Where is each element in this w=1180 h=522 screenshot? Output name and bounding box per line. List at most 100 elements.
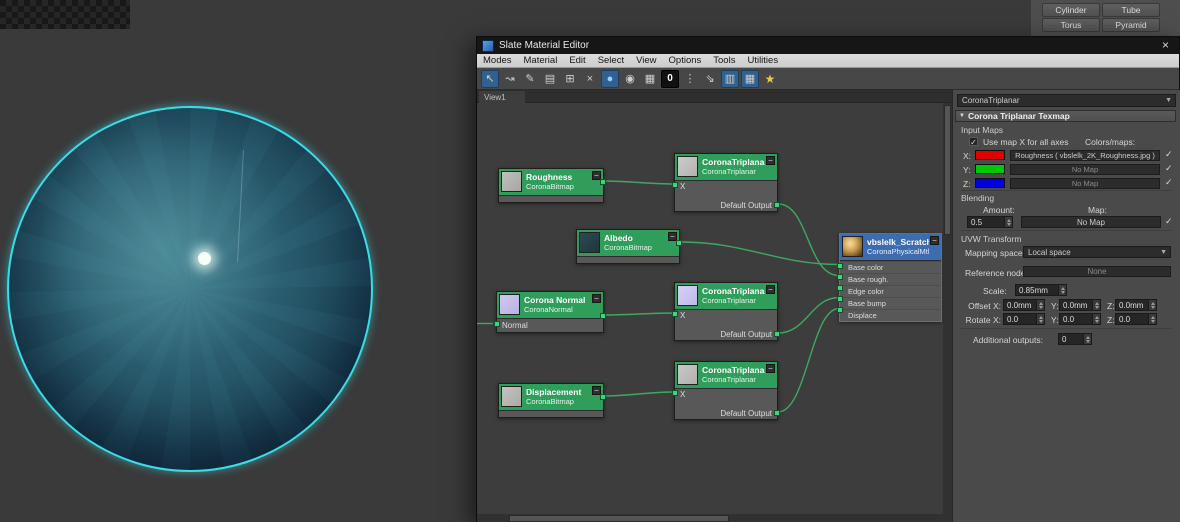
node-corona-normal[interactable]: Corona Normal CoronaNormal − Normal bbox=[496, 291, 604, 333]
menu-view[interactable]: View bbox=[630, 55, 662, 66]
layout-all-icon[interactable]: ⊞ bbox=[561, 70, 579, 88]
close-button[interactable]: × bbox=[1158, 38, 1173, 53]
output-socket[interactable] bbox=[600, 179, 606, 185]
input-socket-base-color[interactable] bbox=[837, 263, 843, 269]
input-socket-base-bump[interactable] bbox=[837, 296, 843, 302]
node-triplanar-middle[interactable]: CoronaTriplanar CoronaTriplanar − X Defa… bbox=[674, 282, 778, 341]
create-torus-button[interactable]: Torus bbox=[1042, 18, 1100, 32]
vertical-scrollbar-thumb[interactable] bbox=[944, 105, 951, 235]
z-map-button[interactable]: No Map bbox=[1010, 178, 1160, 189]
input-socket-base-rough[interactable] bbox=[837, 274, 843, 280]
amount-spinner[interactable]: 0.5 bbox=[967, 216, 1013, 228]
create-tube-button[interactable]: Tube bbox=[1102, 3, 1160, 17]
y-map-button[interactable]: No Map bbox=[1010, 164, 1160, 175]
column-view-icon[interactable]: ▤ bbox=[541, 70, 559, 88]
output-socket[interactable] bbox=[676, 240, 682, 246]
output-socket[interactable] bbox=[600, 313, 606, 319]
z-map-enabled-check[interactable]: ✓ bbox=[1165, 177, 1173, 188]
spinner-arrows-icon[interactable] bbox=[1092, 314, 1100, 324]
view1-tab[interactable]: View1 bbox=[479, 91, 525, 103]
node-material[interactable]: vbslelk_Scratch... CoronaPhysicalMtl − B… bbox=[839, 233, 942, 322]
node-displacement[interactable]: Displacement CoronaBitmap − bbox=[498, 383, 604, 418]
output-socket[interactable] bbox=[600, 394, 606, 400]
node-triplanar-bottom[interactable]: CoronaTriplanar CoronaTriplanar − X Defa… bbox=[674, 361, 778, 420]
input-socket-x[interactable] bbox=[672, 311, 678, 317]
blending-map-enabled-check[interactable]: ✓ bbox=[1165, 216, 1173, 227]
offset-x-spinner[interactable]: 0.0mm bbox=[1003, 299, 1045, 311]
delete-selected-icon[interactable]: × bbox=[581, 70, 599, 88]
wire-normal-to-triplanar[interactable] bbox=[604, 313, 674, 315]
menu-tools[interactable]: Tools bbox=[707, 55, 741, 66]
show-background-icon[interactable]: ▦ bbox=[641, 70, 659, 88]
show-map-in-viewport-icon[interactable]: ● bbox=[601, 70, 619, 88]
offset-y-spinner[interactable]: 0.0mm bbox=[1059, 299, 1101, 311]
spinner-arrows-icon[interactable] bbox=[1148, 314, 1156, 324]
menu-utilities[interactable]: Utilities bbox=[741, 55, 784, 66]
scale-spinner[interactable]: 0.85mm bbox=[1015, 284, 1067, 296]
wire-roughness-to-triplanar[interactable] bbox=[604, 181, 674, 184]
y-map-enabled-check[interactable]: ✓ bbox=[1165, 163, 1173, 174]
input-socket-normal[interactable] bbox=[494, 321, 500, 327]
spinner-arrows-icon[interactable] bbox=[1036, 314, 1044, 324]
output-socket[interactable] bbox=[774, 331, 780, 337]
use-map-x-checkbox[interactable]: ✓ bbox=[969, 137, 978, 146]
menu-edit[interactable]: Edit bbox=[563, 55, 591, 66]
mapping-space-dropdown[interactable]: Local space ▼ bbox=[1023, 246, 1171, 258]
collapse-icon[interactable]: − bbox=[766, 285, 775, 294]
input-socket-edge-color[interactable] bbox=[837, 285, 843, 291]
create-cylinder-button[interactable]: Cylinder bbox=[1042, 3, 1100, 17]
output-socket[interactable] bbox=[774, 410, 780, 416]
wire-displacement-to-triplanar[interactable] bbox=[604, 392, 674, 396]
node-roughness[interactable]: Roughness CoronaBitmap − bbox=[498, 168, 604, 203]
connect-tool-icon[interactable]: ↝ bbox=[501, 70, 519, 88]
reference-node-button[interactable]: None bbox=[1023, 266, 1171, 277]
show-shaded-material-icon[interactable]: ◉ bbox=[621, 70, 639, 88]
rotate-y-spinner[interactable]: 0.0 bbox=[1059, 313, 1101, 325]
node-graph-view[interactable]: View1 Roughnes bbox=[477, 90, 953, 522]
title-bar[interactable]: Slate Material Editor × bbox=[477, 37, 1179, 54]
wire-triplanar-to-displace[interactable] bbox=[778, 309, 839, 413]
create-pyramid-button[interactable]: Pyramid bbox=[1102, 18, 1160, 32]
align-horizontal-icon[interactable]: ▥ bbox=[721, 70, 739, 88]
collapse-icon[interactable]: − bbox=[766, 156, 775, 165]
spinner-arrows-icon[interactable] bbox=[1083, 334, 1091, 344]
output-socket[interactable] bbox=[774, 202, 780, 208]
select-tool-icon[interactable]: ↖ bbox=[481, 70, 499, 88]
collapse-icon[interactable]: − bbox=[930, 236, 939, 245]
wire-triplanar-to-base-bump[interactable] bbox=[778, 298, 839, 334]
input-socket-x[interactable] bbox=[672, 182, 678, 188]
node-triplanar-top[interactable]: CoronaTriplanar CoronaTriplanar − X Defa… bbox=[674, 153, 778, 212]
node-albedo[interactable]: Albedo CoronaBitmap − bbox=[576, 229, 680, 264]
menu-select[interactable]: Select bbox=[592, 55, 630, 66]
spinner-arrows-icon[interactable] bbox=[1092, 300, 1100, 310]
z-color-swatch[interactable] bbox=[975, 178, 1005, 188]
align-vertical-icon[interactable]: ▦ bbox=[741, 70, 759, 88]
material-preview-sphere[interactable] bbox=[7, 106, 373, 472]
collapse-icon[interactable]: − bbox=[592, 294, 601, 303]
spinner-arrows-icon[interactable] bbox=[1148, 300, 1156, 310]
menu-material[interactable]: Material bbox=[518, 55, 564, 66]
collapse-icon[interactable]: − bbox=[766, 364, 775, 373]
rotate-z-spinner[interactable]: 0.0 bbox=[1115, 313, 1157, 325]
menu-options[interactable]: Options bbox=[663, 55, 708, 66]
input-socket-displace[interactable] bbox=[837, 307, 843, 313]
spinner-arrows-icon[interactable] bbox=[1058, 285, 1066, 295]
horizontal-scrollbar-thumb[interactable] bbox=[509, 515, 729, 522]
wire-albedo-to-base-color[interactable] bbox=[680, 242, 839, 265]
y-color-swatch[interactable] bbox=[975, 164, 1005, 174]
offset-z-spinner[interactable]: 0.0mm bbox=[1115, 299, 1157, 311]
blending-map-button[interactable]: No Map bbox=[1021, 216, 1161, 228]
horizontal-scrollbar[interactable] bbox=[477, 514, 943, 522]
arrange-children-icon[interactable]: ⇘ bbox=[701, 70, 719, 88]
x-color-swatch[interactable] bbox=[975, 150, 1005, 160]
input-socket-x[interactable] bbox=[672, 390, 678, 396]
layout-children-icon[interactable]: ⋮ bbox=[681, 70, 699, 88]
rotate-x-spinner[interactable]: 0.0 bbox=[1003, 313, 1045, 325]
x-map-button[interactable]: Roughness ( vbslelk_2K_Roughness.jpg ) bbox=[1010, 150, 1160, 161]
spinner-arrows-icon[interactable] bbox=[1004, 217, 1012, 227]
menu-modes[interactable]: Modes bbox=[477, 55, 518, 66]
material-selector-dropdown[interactable]: CoronaTriplanar ▼ bbox=[957, 94, 1176, 107]
additional-outputs-spinner[interactable]: 0 bbox=[1058, 333, 1092, 345]
wire-triplanar-to-base-rough[interactable] bbox=[778, 204, 839, 276]
rollout-header[interactable]: ▼ Corona Triplanar Texmap bbox=[955, 110, 1176, 122]
